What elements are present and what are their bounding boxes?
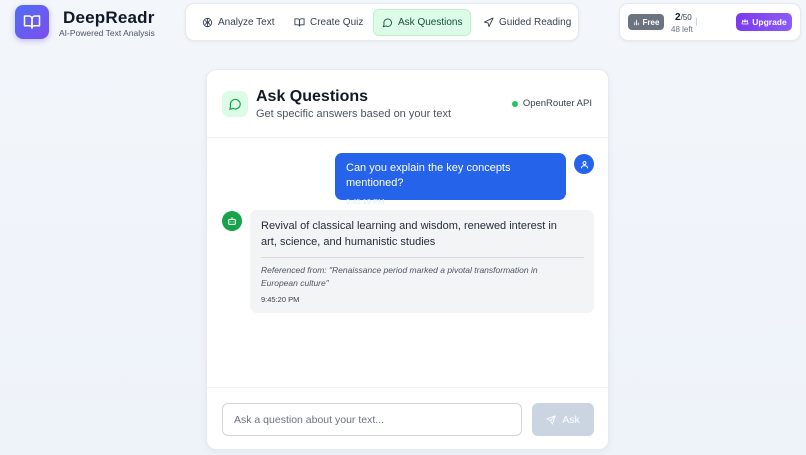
message-circle-icon	[382, 18, 393, 28]
user-icon	[580, 160, 588, 168]
card-header: Ask Questions Get specific answers based…	[207, 70, 608, 138]
user-avatar	[574, 154, 594, 174]
nav-tab-guided-reading[interactable]: Guided Reading	[475, 9, 579, 36]
api-status: OpenRouter API	[511, 98, 592, 109]
nav-tab-analyze-text[interactable]: Analyze Text	[194, 9, 283, 36]
nav-tab-label: Ask Questions	[398, 17, 463, 28]
nav-tab-label: Create Quiz	[310, 17, 364, 28]
assistant-message: Revival of classical learning and wisdom…	[250, 210, 594, 313]
message-time: 9:45:20 PM	[261, 295, 300, 304]
card-subtitle: Get specific answers based on your text	[256, 108, 452, 120]
brain-icon	[202, 17, 213, 28]
book-icon	[294, 18, 305, 27]
message-circle-icon	[229, 98, 241, 110]
send-icon	[546, 414, 556, 425]
message-time: 9:45:19 PM	[346, 197, 385, 206]
brand-tagline: AI-Powered Text Analysis	[59, 28, 155, 38]
usage-count: 2/50	[675, 12, 692, 23]
nav-tab-create-quiz[interactable]: Create Quiz	[286, 9, 371, 36]
plan-label: Free	[642, 17, 660, 27]
nav-tab-ask-questions[interactable]: Ask Questions	[373, 9, 472, 36]
usage-remaining: 48 left	[671, 25, 693, 34]
plan-badge: Free	[628, 14, 664, 30]
bar-chart-icon	[633, 19, 639, 25]
message-list[interactable]: Can you explain the key concepts mention…	[207, 139, 608, 387]
upgrade-button[interactable]: Upgrade	[736, 13, 792, 31]
message-text: Can you explain the key concepts mention…	[346, 162, 511, 189]
ask-label: Ask	[562, 413, 580, 426]
question-input-bar: Ask	[207, 387, 608, 449]
bot-icon	[228, 217, 236, 225]
brand-name: DeepReadr	[63, 8, 155, 27]
nav-tab-label: Analyze Text	[218, 17, 275, 28]
status-dot-icon	[511, 100, 518, 107]
user-message: Can you explain the key concepts mention…	[335, 153, 566, 206]
assistant-avatar	[222, 211, 242, 231]
usage-total: /50	[680, 13, 692, 22]
usage-progress-bar	[696, 18, 697, 26]
question-input[interactable]	[222, 403, 522, 436]
upgrade-label: Upgrade	[752, 17, 787, 27]
message-reference: Referenced from: "Renaissance period mar…	[261, 265, 538, 288]
card-header-icon	[222, 91, 248, 117]
api-label: OpenRouter API	[522, 98, 592, 109]
book-open-icon	[23, 15, 41, 29]
nav-tab-label: Guided Reading	[499, 17, 572, 28]
ask-button[interactable]: Ask	[532, 403, 594, 436]
ask-questions-card: Ask Questions Get specific answers based…	[206, 69, 609, 450]
usage-panel: Free 2/50 48 left Upgrade	[619, 3, 801, 41]
app-logo[interactable]	[15, 5, 49, 39]
crown-icon	[741, 19, 749, 25]
main-nav: Analyze Text Create Quiz Ask Questions G…	[185, 3, 579, 41]
navigation-icon	[483, 17, 494, 28]
message-divider	[261, 257, 584, 258]
card-title: Ask Questions	[256, 88, 369, 105]
message-text: Revival of classical learning and wisdom…	[261, 220, 557, 248]
